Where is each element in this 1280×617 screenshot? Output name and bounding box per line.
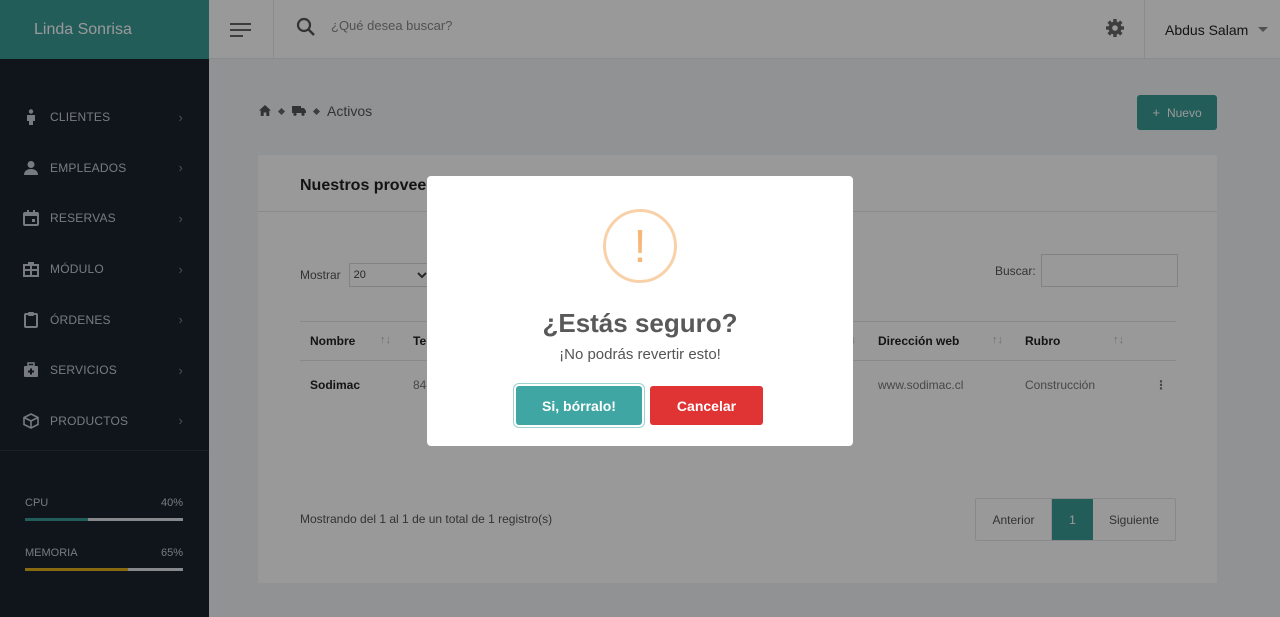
warning-icon: !: [603, 209, 677, 283]
cancel-button[interactable]: Cancelar: [650, 386, 763, 425]
confirm-delete-button[interactable]: Si, bórralo!: [516, 386, 642, 425]
dialog-title: ¿Estás seguro?: [542, 308, 738, 338]
dialog-text: ¡No podrás revertir esto!: [559, 346, 721, 363]
confirm-dialog: ! ¿Estás seguro? ¡No podrás revertir est…: [427, 176, 853, 446]
